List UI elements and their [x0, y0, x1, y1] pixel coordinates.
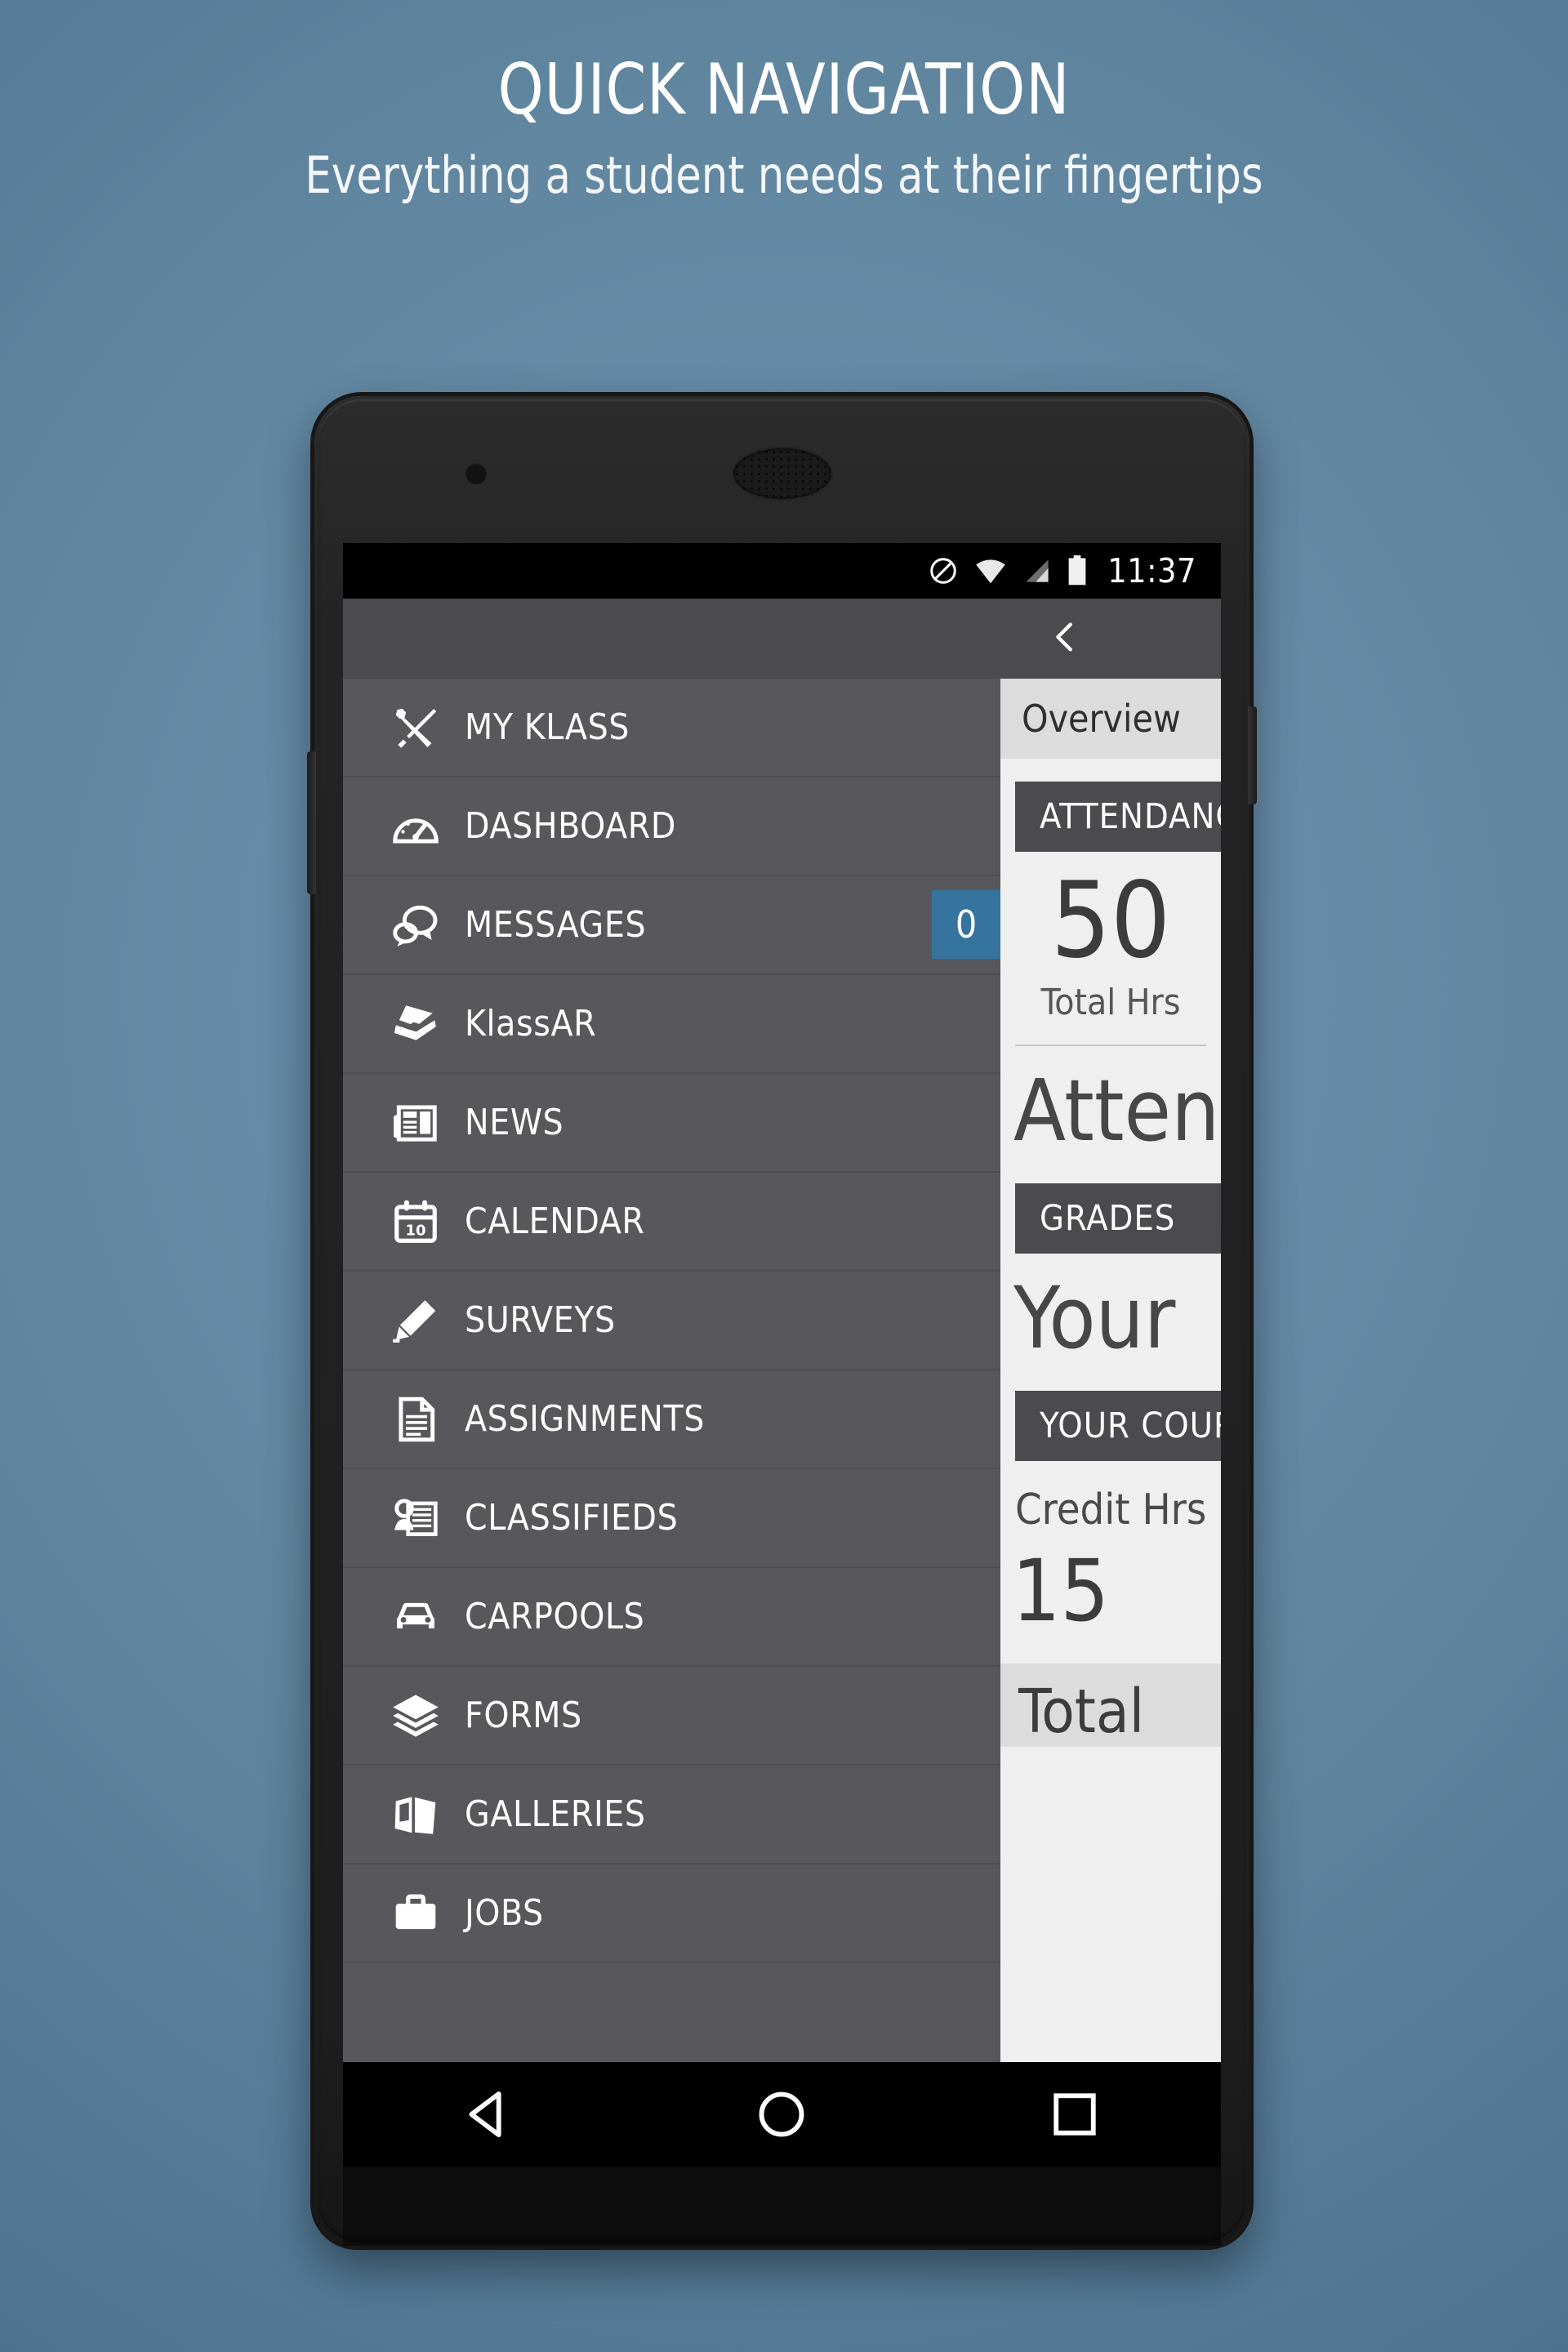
- do-not-disturb-icon: [928, 555, 959, 586]
- drawer-item-label: DASHBOARD: [465, 805, 676, 847]
- car-icon: [381, 1591, 450, 1643]
- drawer-item-surveys[interactable]: SURVEYS: [343, 1272, 1000, 1370]
- back-triangle-icon[interactable]: [452, 2078, 526, 2151]
- app-toolbar: [343, 599, 1221, 679]
- drawer-item-klassar[interactable]: KlassAR: [343, 975, 1000, 1074]
- drawer-item-forms[interactable]: FORMS: [343, 1667, 1000, 1766]
- credit-hours-value: 15: [1012, 1541, 1110, 1641]
- attendance-card-header: ATTENDANCE: [1015, 782, 1221, 852]
- battery-icon: [1067, 555, 1088, 586]
- wifi-icon: [973, 557, 1008, 585]
- phone-device: 11:37 MY KLASS DASHBOARD MESSAGES 0 Klas…: [307, 396, 1257, 2246]
- classifieds-icon: [381, 1493, 450, 1544]
- drawer-item-news[interactable]: NEWS: [343, 1074, 1000, 1173]
- document-icon: [381, 1394, 450, 1445]
- back-chevron-icon[interactable]: [1047, 618, 1085, 656]
- divider: [1015, 1045, 1206, 1046]
- drawer-item-my-klass[interactable]: MY KLASS: [343, 679, 1000, 777]
- front-camera-icon: [466, 463, 487, 484]
- content-pane: Overview ATTENDANCE 50 Total Hrs Attenda…: [1000, 679, 1221, 2062]
- page-subtitle: Everything a student needs at their fing…: [305, 145, 1263, 205]
- phone-screen: 11:37 MY KLASS DASHBOARD MESSAGES 0 Klas…: [343, 543, 1221, 2062]
- gallery-icon: [381, 1789, 450, 1840]
- drawer-item-label: JOBS: [465, 1892, 544, 1934]
- briefcase-icon: [381, 1888, 450, 1939]
- earpiece-speaker-icon: [733, 448, 831, 499]
- drawer-item-label: MY KLASS: [465, 706, 630, 748]
- volume-button[interactable]: [307, 751, 316, 894]
- drawer-item-label: KlassAR: [465, 1003, 597, 1045]
- chat-bubbles-icon: [381, 900, 450, 951]
- screen-body: MY KLASS DASHBOARD MESSAGES 0 KlassAR NE…: [343, 679, 1221, 2062]
- drawer-item-label: MESSAGES: [465, 904, 647, 946]
- courses-card-header: YOUR COURSES: [1015, 1391, 1221, 1461]
- pencil-icon: [381, 1295, 450, 1346]
- android-nav-bar: [343, 2062, 1221, 2167]
- grades-card-header: GRADES: [1015, 1183, 1221, 1254]
- phone-bottom-bezel: [343, 2167, 1221, 2246]
- home-circle-icon[interactable]: [745, 2078, 818, 2151]
- drawer-item-label: CLASSIFIEDS: [465, 1497, 679, 1539]
- attendance-title: Attendance: [1013, 1061, 1221, 1160]
- drawer-item-label: ASSIGNMENTS: [465, 1398, 705, 1440]
- drawer-item-carpools[interactable]: CARPOOLS: [343, 1568, 1000, 1667]
- power-button[interactable]: [1248, 706, 1257, 804]
- drawer-item-classifieds[interactable]: CLASSIFIEDS: [343, 1469, 1000, 1568]
- drawer-item-label: FORMS: [465, 1695, 582, 1736]
- promo-header: QUICK NAVIGATION Everything a student ne…: [0, 0, 1568, 203]
- content-footer: Total: [1000, 1664, 1221, 1747]
- drawer-item-jobs[interactable]: JOBS: [343, 1864, 1000, 1963]
- drawer-item-messages[interactable]: MESSAGES 0: [343, 876, 1000, 975]
- drawer-item-dashboard[interactable]: DASHBOARD: [343, 777, 1000, 876]
- drawer-item-calendar[interactable]: 10 CALENDAR: [343, 1173, 1000, 1272]
- cell-signal-icon: [1022, 557, 1052, 585]
- recents-square-icon[interactable]: [1038, 2078, 1111, 2151]
- tab-overview[interactable]: Overview: [1022, 697, 1181, 741]
- attendance-caption: Total Hrs: [1040, 982, 1181, 1023]
- calendar-icon: 10: [381, 1196, 450, 1247]
- status-badge: 0: [932, 890, 1000, 959]
- tools-icon: [381, 702, 450, 753]
- drawer-item-label: CARPOOLS: [465, 1596, 645, 1637]
- drawer-item-galleries[interactable]: GALLERIES: [343, 1766, 1000, 1864]
- svg-text:10: 10: [405, 1222, 425, 1239]
- navigation-drawer: MY KLASS DASHBOARD MESSAGES 0 KlassAR NE…: [343, 679, 1000, 2062]
- drawer-item-label: CALENDAR: [465, 1200, 645, 1242]
- scanner-icon: [381, 999, 450, 1049]
- drawer-item-label: SURVEYS: [465, 1299, 616, 1341]
- attendance-value: 50: [1050, 860, 1171, 982]
- drawer-item-label: GALLERIES: [465, 1793, 646, 1835]
- drawer-item-label: NEWS: [465, 1102, 564, 1143]
- layers-icon: [381, 1690, 450, 1742]
- status-bar: 11:37: [343, 543, 1221, 599]
- content-footer-label: Total: [1018, 1677, 1145, 1747]
- drawer-item-assignments[interactable]: ASSIGNMENTS: [343, 1370, 1000, 1469]
- status-bar-clock: 11:37: [1107, 551, 1196, 590]
- tab-bar: Overview: [1000, 679, 1221, 759]
- newspaper-icon: [381, 1098, 450, 1148]
- page-title: QUICK NAVIGATION: [497, 49, 1071, 131]
- credit-hours-label: Credit Hrs: [1015, 1486, 1207, 1535]
- speedometer-icon: [381, 801, 450, 852]
- grades-value: Your: [1013, 1268, 1176, 1368]
